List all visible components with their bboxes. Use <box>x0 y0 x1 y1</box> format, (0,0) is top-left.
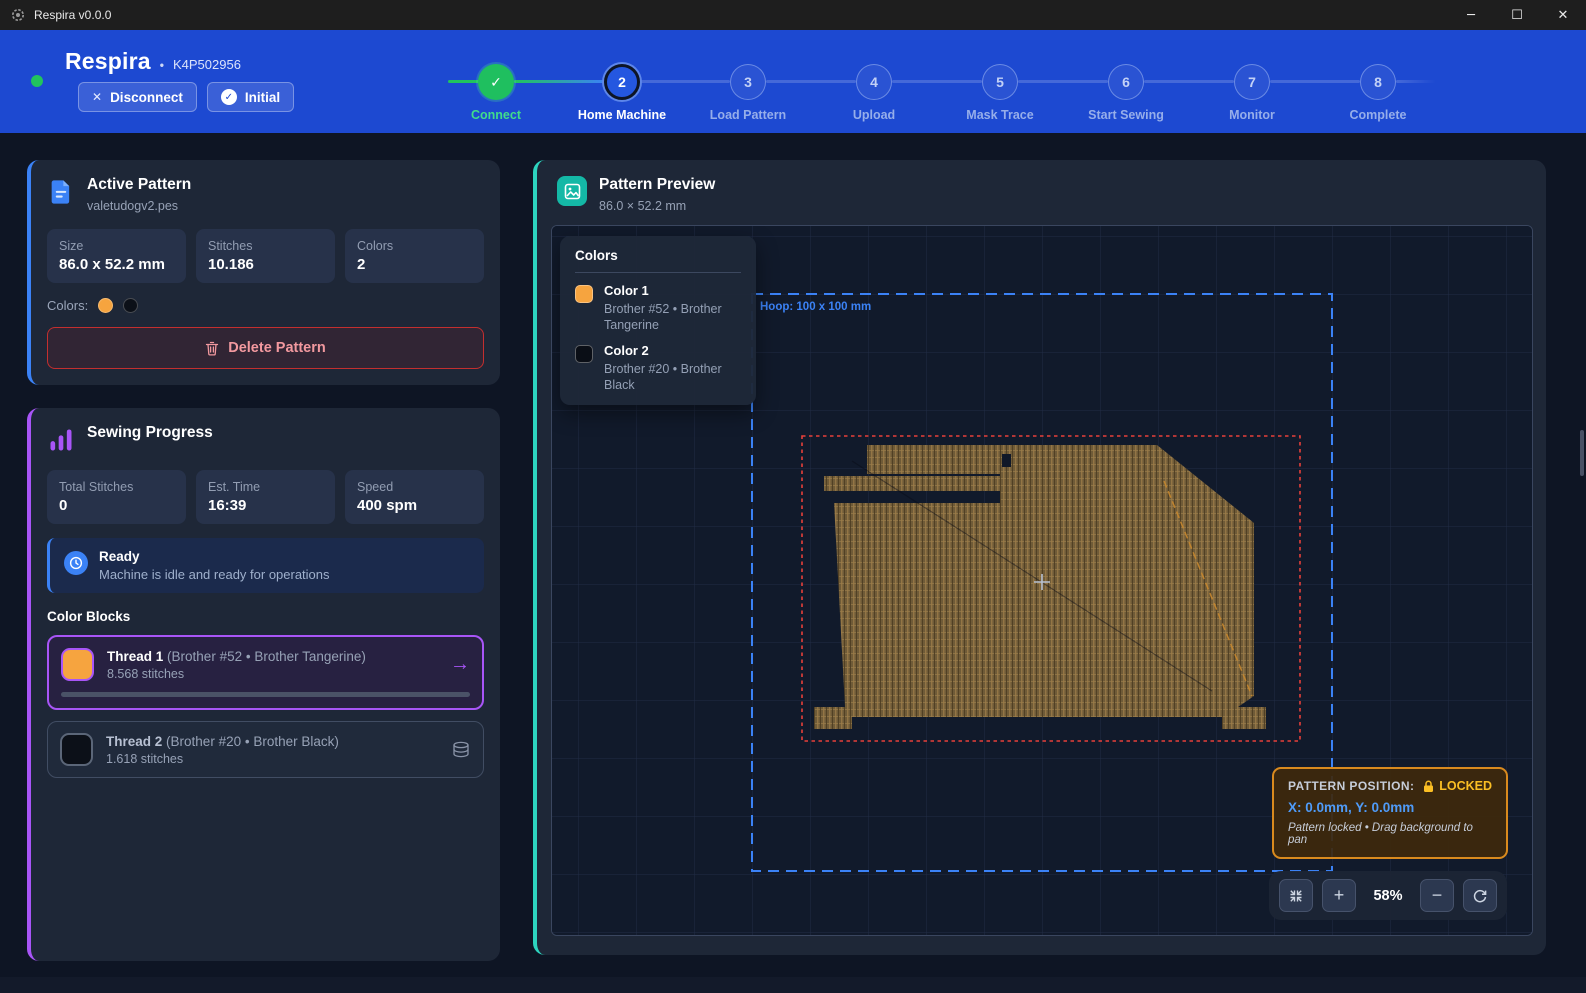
brand-block: Respira • K4P502956 <box>65 48 241 75</box>
stat-stitches: Stitches 10.186 <box>196 229 335 283</box>
status-title: Ready <box>99 549 330 564</box>
active-pattern-title: Active Pattern <box>87 176 191 194</box>
step-circle-check-icon: ✓ <box>478 64 514 100</box>
fit-to-screen-button[interactable] <box>1279 879 1313 912</box>
sewing-progress-card: Sewing Progress Total Stitches 0 Est. Ti… <box>27 408 500 961</box>
layers-icon <box>451 741 471 759</box>
colors-label: Colors: <box>47 298 88 313</box>
maximize-button[interactable]: ☐ <box>1494 0 1540 30</box>
pattern-position-overlay: PATTERN POSITION: LOCKED X: 0.0mm, Y: 0.… <box>1272 767 1508 859</box>
preview-dimensions: 86.0 × 52.2 mm <box>599 199 715 213</box>
thread-block-1[interactable]: Thread 1 (Brother #52 • Brother Tangerin… <box>47 635 484 710</box>
bar-chart-icon <box>47 426 75 454</box>
hoop-label: Hoop: 100 x 100 mm <box>760 301 871 313</box>
brand-name: Respira <box>65 48 151 75</box>
lock-icon <box>1423 780 1434 793</box>
thread-2-stitches: 1.618 stitches <box>106 752 339 766</box>
machine-serial: K4P502956 <box>173 57 241 72</box>
reset-view-button[interactable] <box>1463 879 1497 912</box>
zoom-out-button[interactable]: − <box>1420 879 1454 912</box>
connection-status-dot <box>31 75 43 87</box>
step-load-pattern[interactable]: 3 Load Pattern <box>685 55 811 122</box>
zoom-controls: + 58% − <box>1269 871 1507 920</box>
legend-item-color-2: Color 2 Brother #20 • Brother Black <box>575 343 741 394</box>
close-button[interactable]: ✕ <box>1540 0 1586 30</box>
step-mask-trace[interactable]: 5 Mask Trace <box>937 55 1063 122</box>
step-monitor[interactable]: 7 Monitor <box>1189 55 1315 122</box>
step-home-machine[interactable]: 2 Home Machine <box>559 55 685 122</box>
stat-speed: Speed 400 spm <box>345 470 484 524</box>
colors-legend: Colors Color 1 Brother #52 • Brother Tan… <box>560 236 756 405</box>
stat-size: Size 86.0 x 52.2 mm <box>47 229 186 283</box>
delete-pattern-label: Delete Pattern <box>228 340 326 356</box>
color-blocks-label: Color Blocks <box>47 609 484 624</box>
zoom-in-button[interactable]: + <box>1322 879 1356 912</box>
thread-2-swatch <box>60 733 93 766</box>
footer-strip <box>0 977 1586 993</box>
stat-est-time: Est. Time 16:39 <box>196 470 335 524</box>
locked-badge: LOCKED <box>1439 779 1492 793</box>
initial-button[interactable]: ✓ Initial <box>207 82 294 112</box>
file-icon <box>47 178 75 206</box>
embroidery-pattern <box>814 445 1266 729</box>
thread-1-progress-bar <box>61 692 470 697</box>
thread-1-stitches: 8.568 stitches <box>107 667 366 681</box>
workflow-stepper: ✓ Connect 2 Home Machine 3 Load Pattern … <box>433 55 1441 125</box>
window-titlebar: Respira v0.0.0 ─ ☐ ✕ <box>0 0 1586 30</box>
app-header: Respira • K4P502956 ✕ Disconnect ✓ Initi… <box>0 30 1586 133</box>
pattern-filename: valetudogv2.pes <box>87 199 191 213</box>
initial-label: Initial <box>245 90 280 105</box>
thread-block-2[interactable]: Thread 2 (Brother #20 • Brother Black) 1… <box>47 721 484 778</box>
check-circle-icon: ✓ <box>221 89 237 105</box>
legend-swatch-1 <box>575 285 593 303</box>
thread-1-swatch <box>61 648 94 681</box>
pattern-position-label: PATTERN POSITION: <box>1288 779 1414 793</box>
trash-icon <box>205 341 219 356</box>
clock-icon <box>64 551 88 575</box>
legend-item-color-1: Color 1 Brother #52 • Brother Tangerine <box>575 283 741 334</box>
divider <box>575 272 741 273</box>
x-icon: ✕ <box>92 90 102 104</box>
active-pattern-card: Active Pattern valetudogv2.pes Size 86.0… <box>27 160 500 385</box>
thread-2-detail: (Brother #20 • Brother Black) <box>166 734 339 749</box>
arrow-right-icon: → <box>450 653 470 676</box>
legend-swatch-2 <box>575 345 593 363</box>
disconnect-button[interactable]: ✕ Disconnect <box>78 82 197 112</box>
machine-status-banner: Ready Machine is idle and ready for oper… <box>47 538 484 593</box>
stat-colors: Colors 2 <box>345 229 484 283</box>
disconnect-label: Disconnect <box>110 90 183 105</box>
preview-canvas[interactable]: Hoop: 100 x 100 mm Colors Color 1 Brothe… <box>551 225 1533 936</box>
thread-2-name: Thread 2 <box>106 734 162 749</box>
color-swatch-2 <box>123 298 138 313</box>
step-connect[interactable]: ✓ Connect <box>433 55 559 122</box>
status-description: Machine is idle and ready for operations <box>99 567 330 582</box>
thread-1-name: Thread 1 <box>107 649 163 664</box>
pan-hint: Pattern locked • Drag background to pan <box>1288 822 1492 846</box>
stat-total-stitches: Total Stitches 0 <box>47 470 186 524</box>
app-icon <box>10 7 26 23</box>
pattern-preview-card: Pattern Preview 86.0 × 52.2 mm <box>533 160 1546 955</box>
image-icon <box>557 176 587 206</box>
color-swatch-1 <box>98 298 113 313</box>
window-scrollbar-thumb[interactable] <box>1580 430 1584 476</box>
legend-title: Colors <box>575 248 741 263</box>
step-start-sewing[interactable]: 6 Start Sewing <box>1063 55 1189 122</box>
sewing-progress-title: Sewing Progress <box>87 424 213 442</box>
preview-title: Pattern Preview <box>599 176 715 194</box>
window-title: Respira v0.0.0 <box>34 8 111 22</box>
minimize-button[interactable]: ─ <box>1448 0 1494 30</box>
step-upload[interactable]: 4 Upload <box>811 55 937 122</box>
delete-pattern-button[interactable]: Delete Pattern <box>47 327 484 369</box>
zoom-level: 58% <box>1365 888 1411 904</box>
thread-1-detail: (Brother #52 • Brother Tangerine) <box>167 649 366 664</box>
pattern-coordinates: X: 0.0mm, Y: 0.0mm <box>1288 800 1492 815</box>
brand-separator: • <box>160 58 164 72</box>
step-complete[interactable]: 8 Complete <box>1315 55 1441 122</box>
